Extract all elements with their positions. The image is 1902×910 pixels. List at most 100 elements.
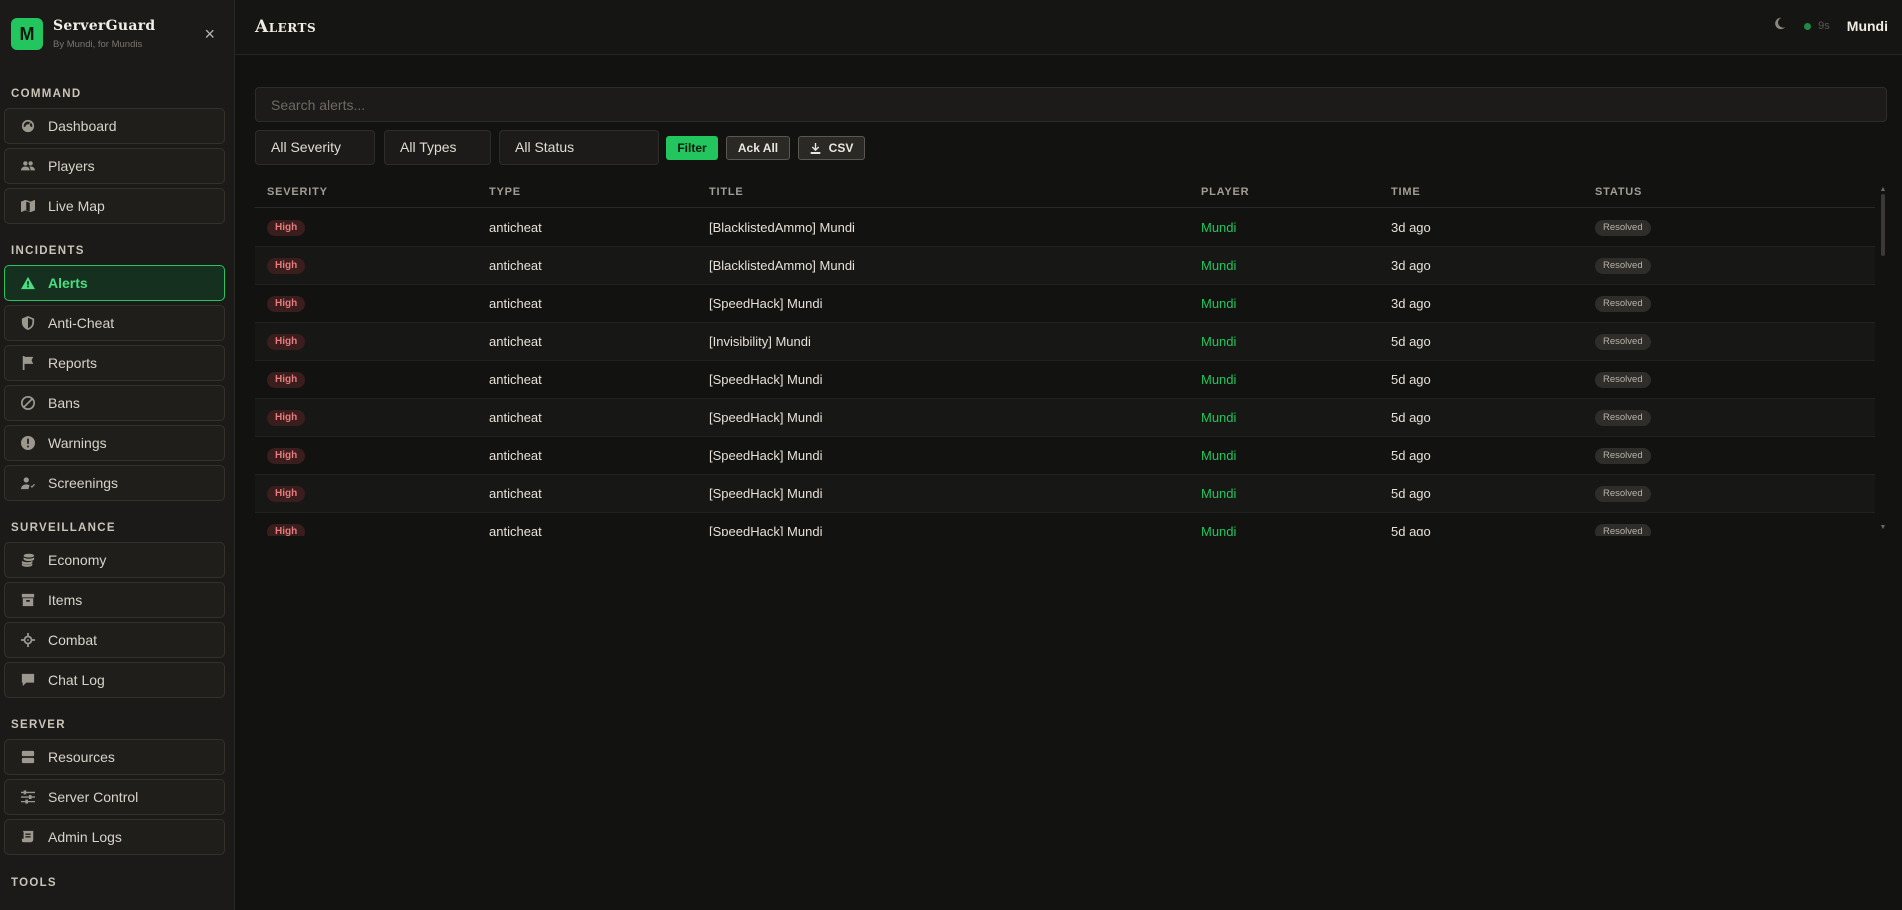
cell-title: [BlacklistedAmmo] Mundi — [709, 220, 855, 235]
refresh-countdown: 9s — [1818, 20, 1830, 32]
sidebar-item-label: Resources — [48, 749, 115, 765]
cell-title: [SpeedHack] Mundi — [709, 410, 823, 425]
sidebar-item-alerts[interactable]: Alerts — [4, 265, 225, 301]
sidebar-item-dashboard[interactable]: Dashboard — [4, 108, 225, 144]
table-row[interactable]: High anticheat [SpeedHack] Mundi Mundi 3d ag… — [255, 285, 1875, 323]
box-icon — [19, 591, 37, 609]
severity-badge: High — [267, 334, 306, 350]
ack-all-button-label: Ack All — [737, 141, 779, 155]
cell-type: anticheat — [489, 448, 542, 463]
scroll-up-icon[interactable]: ▲ — [1879, 186, 1887, 194]
scroll-down-icon[interactable]: ▼ — [1879, 524, 1887, 532]
cell-time: 5d ago — [1391, 448, 1431, 463]
cell-title: [BlacklistedAmmo] Mundi — [709, 258, 855, 273]
csv-export-button[interactable]: CSV — [798, 136, 865, 160]
sidebar-item-bans[interactable]: Bans — [4, 385, 225, 421]
cell-player[interactable]: Mundi — [1201, 258, 1236, 273]
sidebar-item-reports[interactable]: Reports — [4, 345, 225, 381]
section-label-surveillance: SURVEILLANCE — [11, 522, 116, 534]
sidebar-item-players[interactable]: Players — [4, 148, 225, 184]
scroll-thumb[interactable] — [1881, 194, 1885, 256]
sidebar-item-anti-cheat[interactable]: Anti-Cheat — [4, 305, 225, 341]
table-row[interactable]: High anticheat [SpeedHack] Mundi Mundi 5d ag… — [255, 399, 1875, 437]
user-name[interactable]: Mundi — [1847, 18, 1888, 34]
cell-player[interactable]: Mundi — [1201, 220, 1236, 235]
table-scrollbar[interactable]: ▲ ▼ — [1879, 186, 1887, 531]
table-row[interactable]: High anticheat [BlacklistedAmmo] Mundi Mund… — [255, 209, 1875, 247]
sidebar-item-combat[interactable]: Combat — [4, 622, 225, 658]
sidebar-item-items[interactable]: Items — [4, 582, 225, 618]
shield-icon — [19, 314, 37, 332]
table-row[interactable]: High anticheat [SpeedHack] Mundi Mundi 5d ag… — [255, 513, 1875, 536]
section-label-tools: TOOLS — [11, 877, 57, 889]
sidebar-item-label: Dashboard — [48, 118, 117, 134]
cell-player[interactable]: Mundi — [1201, 334, 1236, 349]
sidebar-item-warnings[interactable]: Warnings — [4, 425, 225, 461]
cell-time: 3d ago — [1391, 258, 1431, 273]
brand-subtitle: By Mundi, for Mundis — [53, 39, 143, 50]
brand-logo: M — [11, 18, 43, 50]
sidebar-item-admin-logs[interactable]: Admin Logs — [4, 819, 225, 855]
cell-player[interactable]: Mundi — [1201, 410, 1236, 425]
cell-player[interactable]: Mundi — [1201, 486, 1236, 501]
alerts-table: SEVERITY TYPE TITLE PLAYER TIME STATUS H… — [255, 178, 1887, 536]
cell-type: anticheat — [489, 258, 542, 273]
sidebar-item-label: Chat Log — [48, 672, 105, 688]
filter-button[interactable]: Filter — [666, 136, 718, 160]
table-row[interactable]: High anticheat [SpeedHack] Mundi Mundi 5d ag… — [255, 361, 1875, 399]
gauge-icon — [19, 117, 37, 135]
sidebar-item-resources[interactable]: Resources — [4, 739, 225, 775]
severity-select[interactable]: All Severity — [255, 130, 375, 165]
status-badge: Resolved — [1595, 334, 1651, 350]
brand-title: ServerGuard — [53, 18, 156, 34]
moon-icon[interactable] — [1773, 17, 1786, 35]
cell-player[interactable]: Mundi — [1201, 372, 1236, 387]
status-select[interactable]: All Status — [499, 130, 659, 165]
cell-title: [Invisibility] Mundi — [709, 334, 811, 349]
sidebar-item-chat-log[interactable]: Chat Log — [4, 662, 225, 698]
sidebar-item-screenings[interactable]: Screenings — [4, 465, 225, 501]
table-row[interactable]: High anticheat [SpeedHack] Mundi Mundi 5d ag… — [255, 437, 1875, 475]
section-label-incidents: INCIDENTS — [11, 245, 85, 257]
ack-all-button[interactable]: Ack All — [726, 136, 790, 160]
table-row[interactable]: High anticheat [BlacklistedAmmo] Mundi Mund… — [255, 247, 1875, 285]
sidebar-item-label: Players — [48, 158, 95, 174]
column-header-severity[interactable]: SEVERITY — [267, 186, 328, 198]
cell-time: 5d ago — [1391, 334, 1431, 349]
cell-type: anticheat — [489, 220, 542, 235]
cell-type: anticheat — [489, 334, 542, 349]
type-select[interactable]: All Types — [384, 130, 491, 165]
sidebar-item-server-control[interactable]: Server Control — [4, 779, 225, 815]
severity-badge: High — [267, 410, 306, 426]
chat-icon — [19, 671, 37, 689]
severity-badge: High — [267, 296, 306, 312]
ban-icon — [19, 394, 37, 412]
table-row[interactable]: High anticheat [SpeedHack] Mundi Mundi 5d ag… — [255, 475, 1875, 513]
sidebar-item-economy[interactable]: Economy — [4, 542, 225, 578]
cell-player[interactable]: Mundi — [1201, 524, 1236, 536]
column-header-status[interactable]: STATUS — [1595, 186, 1642, 198]
cell-player[interactable]: Mundi — [1201, 296, 1236, 311]
status-badge: Resolved — [1595, 486, 1651, 502]
sidebar-item-label: Reports — [48, 355, 98, 371]
cell-player[interactable]: Mundi — [1201, 448, 1236, 463]
close-icon[interactable]: × — [204, 24, 215, 44]
column-header-type[interactable]: TYPE — [489, 186, 521, 198]
column-header-time[interactable]: TIME — [1391, 186, 1420, 198]
severity-badge: High — [267, 258, 306, 274]
status-badge: Resolved — [1595, 372, 1651, 388]
status-badge: Resolved — [1595, 258, 1651, 274]
section-label-server: SERVER — [11, 719, 66, 731]
cell-type: anticheat — [489, 410, 542, 425]
table-row[interactable]: High anticheat [Invisibility] Mundi Mundi 5d… — [255, 323, 1875, 361]
cell-type: anticheat — [489, 372, 542, 387]
sidebar-item-label: Admin Logs — [48, 829, 122, 845]
search-input[interactable] — [255, 87, 1887, 122]
sidebar-item-label: Server Control — [48, 789, 139, 805]
download-icon — [810, 142, 820, 154]
column-header-title[interactable]: TITLE — [709, 186, 744, 198]
warning-triangle-icon — [19, 274, 37, 292]
column-header-player[interactable]: PLAYER — [1201, 186, 1249, 198]
sidebar-item-live-map[interactable]: Live Map — [4, 188, 225, 224]
severity-badge: High — [267, 486, 306, 502]
